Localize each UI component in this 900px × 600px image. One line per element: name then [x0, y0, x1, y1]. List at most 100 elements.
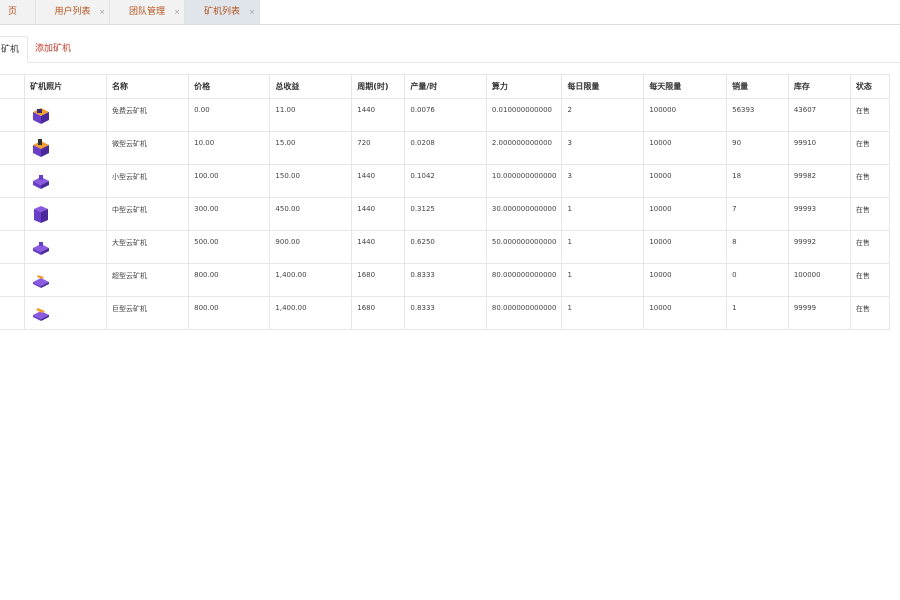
- miner-photo-cell: [24, 164, 108, 198]
- daily-limit-cell: 1: [561, 197, 645, 231]
- miner-table: 矿机照片 名称 价格 总收益 周期(时) 产量/时 算力 每日限量 每天限量 销…: [0, 74, 891, 330]
- close-icon[interactable]: ×: [174, 0, 180, 24]
- output-rate-cell: 0.6250: [404, 230, 487, 264]
- hash-power-cell: 80.000000000000: [485, 263, 563, 297]
- status-cell: 在售: [849, 164, 891, 198]
- close-icon[interactable]: ×: [249, 0, 255, 24]
- stock-cell: 99999: [787, 296, 851, 330]
- row-select-cell: [0, 164, 26, 198]
- table-row: 巨型云矿机 800.00 1,400.00 1680 0.8333 80.00000000…: [0, 296, 891, 330]
- table-row: 小型云矿机 100.00 150.00 1440 0.1042 10.0000000000…: [0, 164, 891, 198]
- daily-limit-cell: 3: [561, 131, 645, 165]
- row-select-cell: [0, 296, 26, 330]
- col-header-sold: 销量: [726, 74, 789, 99]
- miner-photo-cell: [24, 98, 108, 132]
- day-limit-cell: 10000: [643, 230, 728, 264]
- row-select-cell: [0, 230, 26, 264]
- sales-cell: 7: [726, 197, 789, 231]
- row-select-cell: [0, 98, 26, 132]
- day-limit-cell: 100000: [643, 98, 728, 132]
- miner-name-cell: 免费云矿机: [106, 98, 190, 132]
- table-row: 免费云矿机 0.00 11.00 1440 0.0076 0.010000000000 2 1…: [0, 98, 891, 132]
- table-row: 大型云矿机 500.00 900.00 1440 0.6250 50.0000000000…: [0, 230, 891, 264]
- hash-power-cell: 0.010000000000: [485, 98, 563, 132]
- price-cell: 300.00: [188, 197, 271, 231]
- table-row: 微型云矿机 10.00 15.00 720 0.0208 2.000000000000 3 1…: [0, 131, 891, 165]
- status-cell: 在售: [849, 263, 891, 297]
- row-select-cell: [0, 197, 26, 231]
- cycle-hours-cell: 1440: [351, 230, 406, 264]
- output-rate-cell: 0.0076: [404, 98, 487, 132]
- output-rate-cell: 0.8333: [404, 263, 487, 297]
- output-rate-cell: 0.0208: [404, 131, 487, 165]
- price-cell: 800.00: [188, 296, 271, 330]
- miner-name-cell: 小型云矿机: [106, 164, 190, 198]
- col-header-rate: 产量/时: [404, 74, 487, 99]
- tab-user-list[interactable]: 用户列表 ×: [36, 0, 110, 24]
- status-cell: 在售: [849, 98, 891, 132]
- total-income-cell: 150.00: [269, 164, 353, 198]
- price-cell: 100.00: [188, 164, 271, 198]
- cycle-hours-cell: 1440: [351, 197, 406, 231]
- daily-limit-cell: 1: [561, 296, 645, 330]
- sales-cell: 1: [726, 296, 789, 330]
- table-row: 中型云矿机 300.00 450.00 1440 0.3125 30.0000000000…: [0, 197, 891, 231]
- miner-name-cell: 微型云矿机: [106, 131, 190, 165]
- stock-cell: 99982: [787, 164, 851, 198]
- total-income-cell: 11.00: [269, 98, 353, 132]
- hash-power-cell: 2.000000000000: [485, 131, 563, 165]
- output-rate-cell: 0.8333: [404, 296, 487, 330]
- row-select-cell: [0, 263, 26, 297]
- status-cell: 在售: [849, 230, 891, 264]
- cycle-hours-cell: 720: [351, 131, 406, 165]
- daily-limit-cell: 1: [561, 263, 645, 297]
- subtab-add-miner[interactable]: 添加矿机: [35, 36, 71, 62]
- micro-miner-icon: [33, 139, 50, 157]
- output-rate-cell: 0.3125: [404, 197, 487, 231]
- tab-label: 矿机列表: [203, 7, 240, 17]
- col-header-status: 状态: [849, 74, 891, 99]
- stock-cell: 43607: [787, 98, 851, 132]
- sales-cell: 18: [726, 164, 789, 198]
- tab-home[interactable]: 页: [0, 0, 36, 24]
- col-header-limit: 每天限量: [643, 74, 728, 99]
- col-header-daily: 每日限量: [561, 74, 645, 99]
- sub-tab-bar: 矿机 添加矿机: [0, 36, 900, 63]
- tab-miner-list[interactable]: 矿机列表 ×: [185, 0, 260, 24]
- miner-name-cell: 巨型云矿机: [106, 296, 190, 330]
- subtab-miners[interactable]: 矿机: [0, 36, 28, 63]
- price-cell: 500.00: [188, 230, 271, 264]
- sales-cell: 8: [726, 230, 789, 264]
- miner-photo-cell: [24, 197, 108, 231]
- cycle-hours-cell: 1680: [351, 263, 406, 297]
- total-income-cell: 1,400.00: [269, 263, 353, 297]
- sales-cell: 90: [726, 131, 789, 165]
- day-limit-cell: 10000: [643, 296, 728, 330]
- miner-name-cell: 超型云矿机: [106, 263, 190, 297]
- stock-cell: 99992: [787, 230, 851, 264]
- cycle-hours-cell: 1680: [351, 296, 406, 330]
- day-limit-cell: 10000: [643, 263, 728, 297]
- tab-label: 页: [7, 7, 17, 17]
- super-miner-icon: [33, 275, 50, 288]
- miner-name-cell: 大型云矿机: [106, 230, 190, 264]
- total-income-cell: 450.00: [269, 197, 353, 231]
- col-header-total: 总收益: [269, 74, 353, 99]
- cycle-hours-cell: 1440: [351, 164, 406, 198]
- col-header-price: 价格: [188, 74, 271, 99]
- col-header-photo: 矿机照片: [24, 74, 108, 99]
- tab-label: 用户列表: [54, 7, 91, 17]
- small-miner-icon: [33, 175, 50, 189]
- status-cell: 在售: [849, 131, 891, 165]
- miner-photo-cell: [24, 296, 108, 330]
- total-income-cell: 15.00: [269, 131, 353, 165]
- tab-team-management[interactable]: 团队管理 ×: [110, 0, 185, 24]
- status-cell: 在售: [849, 197, 891, 231]
- hash-power-cell: 80.000000000000: [485, 296, 563, 330]
- total-income-cell: 1,400.00: [269, 296, 353, 330]
- day-limit-cell: 10000: [643, 131, 728, 165]
- cycle-hours-cell: 1440: [351, 98, 406, 132]
- close-icon[interactable]: ×: [99, 0, 105, 24]
- free-miner-icon: [33, 108, 50, 124]
- tab-label: 团队管理: [128, 7, 165, 17]
